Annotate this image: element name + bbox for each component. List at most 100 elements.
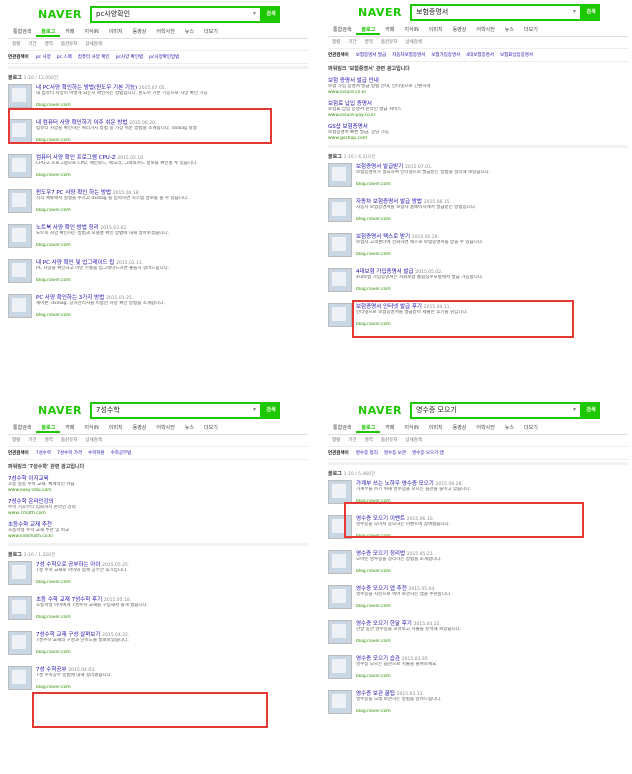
- result-url[interactable]: blog.naver.com: [36, 313, 304, 318]
- ad-url[interactable]: www.kidsmath.co.kr: [8, 534, 308, 539]
- option-period[interactable]: 기간: [24, 435, 40, 443]
- tab-dict[interactable]: 어학사전: [151, 422, 179, 431]
- search-input[interactable]: 7성수학 ▾: [90, 402, 262, 419]
- related-item[interactable]: 영수증 모으기 앱: [409, 447, 447, 456]
- tab-dict[interactable]: 어학사전: [471, 24, 499, 33]
- ad-url[interactable]: www.gsshop.com: [328, 136, 628, 141]
- tab-dict[interactable]: 어학사전: [151, 26, 179, 35]
- option-detail[interactable]: 상세검색: [401, 435, 426, 443]
- option-period[interactable]: 기간: [344, 37, 360, 45]
- option-detail[interactable]: 상세검색: [81, 435, 106, 443]
- result-url[interactable]: blog.naver.com: [356, 569, 624, 574]
- option-area[interactable]: 영역: [361, 435, 377, 443]
- ad-url[interactable]: www.easy-edu.com: [8, 488, 308, 493]
- tab-integrated[interactable]: 통합검색: [328, 24, 356, 33]
- result-thumbnail[interactable]: [8, 259, 32, 283]
- result-thumbnail[interactable]: [8, 224, 32, 248]
- result-url[interactable]: blog.naver.com: [356, 639, 624, 644]
- tab-blog[interactable]: 블로그: [36, 422, 61, 433]
- option-sort[interactable]: 정렬: [328, 435, 344, 443]
- related-item[interactable]: 7성수학 가격: [54, 447, 85, 456]
- related-item[interactable]: pc사양 확인법: [113, 51, 146, 60]
- result-thumbnail[interactable]: [328, 198, 352, 222]
- tab-more[interactable]: 더보기: [199, 422, 223, 431]
- result-thumbnail[interactable]: [328, 480, 352, 504]
- tab-news[interactable]: 뉴스: [180, 422, 199, 431]
- tab-news[interactable]: 뉴스: [500, 24, 519, 33]
- tab-cafe[interactable]: 카페: [60, 422, 79, 431]
- related-item[interactable]: 컴퓨터 사양 확인: [75, 51, 113, 60]
- option-detail[interactable]: 상세검색: [81, 39, 106, 47]
- naver-logo[interactable]: NAVER: [38, 8, 82, 21]
- result-url[interactable]: blog.naver.com: [356, 217, 624, 222]
- ad-title-link[interactable]: 7성수학 온라인강의: [8, 497, 308, 505]
- result-url[interactable]: blog.naver.com: [36, 243, 304, 248]
- result-url[interactable]: blog.naver.com: [356, 674, 624, 679]
- tab-blog[interactable]: 블로그: [356, 24, 381, 35]
- tab-video[interactable]: 동영상: [448, 24, 472, 33]
- option-period[interactable]: 기간: [24, 39, 40, 47]
- option-detail[interactable]: 상세검색: [401, 37, 426, 45]
- ad-url[interactable]: www.insure-pay.co.kr: [328, 113, 628, 118]
- tab-cafe[interactable]: 카페: [60, 26, 79, 35]
- tab-more[interactable]: 더보기: [519, 422, 543, 431]
- ad-title-link[interactable]: 보험 증명서 발급 안내: [328, 76, 628, 84]
- related-item[interactable]: 수학학원: [85, 447, 108, 456]
- option-sort[interactable]: 정렬: [8, 435, 24, 443]
- tab-cafe[interactable]: 카페: [380, 422, 399, 431]
- tab-integrated[interactable]: 통합검색: [8, 422, 36, 431]
- result-url[interactable]: blog.naver.com: [36, 208, 304, 213]
- result-thumbnail[interactable]: [328, 550, 352, 574]
- search-input[interactable]: pc사양확인 ▾: [90, 6, 262, 23]
- result-thumbnail[interactable]: [8, 596, 32, 620]
- tab-video[interactable]: 동영상: [128, 422, 152, 431]
- tab-kin[interactable]: 지식iN: [79, 422, 103, 431]
- tab-more[interactable]: 더보기: [199, 26, 223, 35]
- related-item[interactable]: 영수증 정리: [353, 447, 381, 456]
- related-item[interactable]: 보험가입증명서: [428, 49, 463, 58]
- result-thumbnail[interactable]: [8, 666, 32, 690]
- related-item[interactable]: 자동차보험증명서: [389, 49, 428, 58]
- option-area[interactable]: 영역: [361, 37, 377, 45]
- tab-kin[interactable]: 지식iN: [79, 26, 103, 35]
- tab-news[interactable]: 뉴스: [180, 26, 199, 35]
- result-url[interactable]: blog.naver.com: [36, 278, 304, 283]
- tab-image[interactable]: 이미지: [424, 422, 448, 431]
- result-thumbnail[interactable]: [8, 631, 32, 655]
- keyboard-icon[interactable]: ▾: [253, 10, 256, 17]
- related-item[interactable]: 7성수학: [33, 447, 54, 456]
- result-url[interactable]: blog.naver.com: [36, 173, 304, 178]
- tab-image[interactable]: 이미지: [104, 26, 128, 35]
- related-item[interactable]: 영수증 보관: [381, 447, 409, 456]
- tab-integrated[interactable]: 통합검색: [8, 26, 36, 35]
- option-area[interactable]: 영역: [41, 39, 57, 47]
- naver-logo[interactable]: NAVER: [358, 404, 402, 417]
- related-item[interactable]: 보험료납입증명서: [497, 49, 536, 58]
- ad-title-link[interactable]: 초등수학 교재 추천: [8, 520, 308, 528]
- tab-cafe[interactable]: 카페: [380, 24, 399, 33]
- tab-news[interactable]: 뉴스: [500, 422, 519, 431]
- option-period[interactable]: 기간: [344, 435, 360, 443]
- option-sort[interactable]: 정렬: [328, 37, 344, 45]
- search-button[interactable]: 검색: [262, 6, 280, 23]
- result-url[interactable]: blog.naver.com: [36, 615, 304, 620]
- search-button[interactable]: 검색: [262, 402, 280, 419]
- keyboard-icon[interactable]: ▾: [573, 406, 576, 413]
- result-url[interactable]: blog.naver.com: [356, 604, 624, 609]
- result-thumbnail[interactable]: [8, 189, 32, 213]
- tab-blog[interactable]: 블로그: [36, 26, 61, 37]
- related-item[interactable]: pc 사양: [33, 51, 54, 60]
- result-thumbnail[interactable]: [328, 655, 352, 679]
- related-item[interactable]: 4대보험증명서: [463, 49, 497, 58]
- result-thumbnail[interactable]: [328, 620, 352, 644]
- tab-image[interactable]: 이미지: [104, 422, 128, 431]
- ad-title-link[interactable]: 보험료 납입 증명서: [328, 99, 628, 107]
- result-thumbnail[interactable]: [328, 690, 352, 714]
- keyboard-icon[interactable]: ▾: [253, 406, 256, 413]
- result-thumbnail[interactable]: [8, 84, 32, 108]
- related-item[interactable]: pc 스펙: [54, 51, 75, 60]
- option-keep[interactable]: 옵션유지: [57, 39, 82, 47]
- result-url[interactable]: blog.naver.com: [356, 287, 624, 292]
- result-thumbnail[interactable]: [328, 233, 352, 257]
- search-input[interactable]: 영수증 모으기 ▾: [410, 402, 582, 419]
